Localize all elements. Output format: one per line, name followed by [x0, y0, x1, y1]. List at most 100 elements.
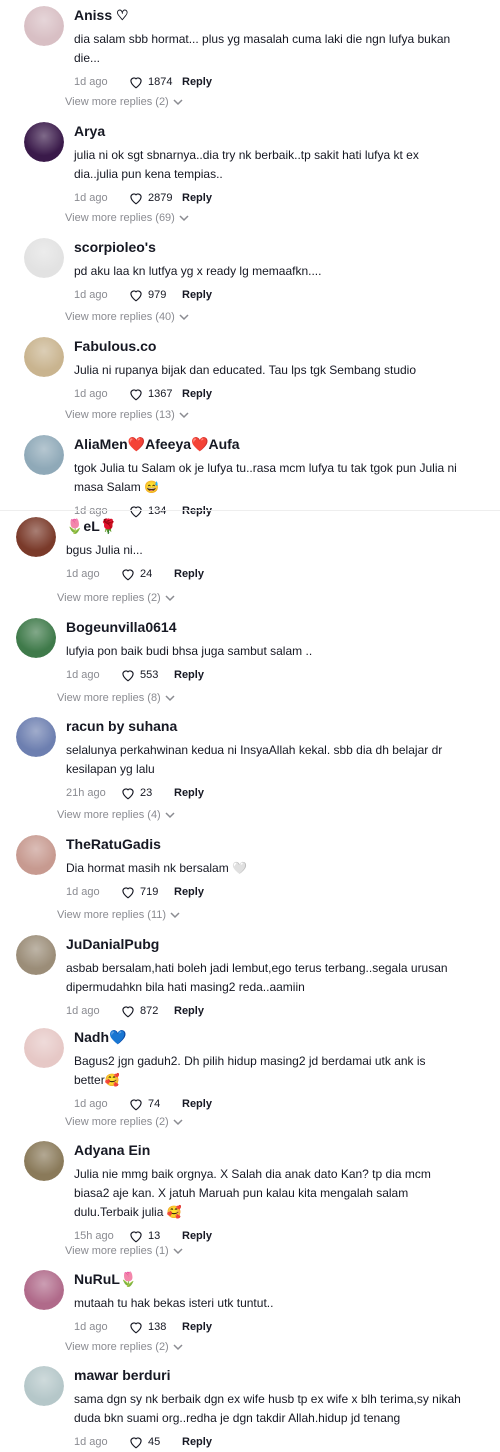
comment-text: mutaah tu hak bekas isteri utk tuntut..	[74, 1296, 274, 1310]
heart-icon[interactable]	[128, 387, 148, 401]
heart-icon[interactable]	[120, 567, 140, 581]
reply-button[interactable]: Reply	[182, 289, 212, 301]
view-more-replies-button[interactable]: View more replies (2)	[65, 1341, 183, 1353]
heart-icon[interactable]	[128, 1229, 148, 1243]
avatar[interactable]	[16, 835, 56, 875]
like-button[interactable]: 1367	[128, 387, 182, 401]
view-more-replies-button[interactable]: View more replies (40)	[65, 311, 189, 323]
avatar[interactable]	[24, 238, 64, 278]
view-more-label: View more replies (13)	[65, 409, 175, 421]
avatar[interactable]	[24, 1366, 64, 1406]
like-button[interactable]: 979	[128, 288, 182, 302]
reply-button[interactable]: Reply	[182, 1098, 212, 1110]
avatar[interactable]	[24, 1141, 64, 1181]
reply-button[interactable]: Reply	[182, 1230, 212, 1242]
chevron-down-icon	[161, 594, 175, 602]
like-button[interactable]: 134	[128, 504, 182, 518]
comment-date: 1d ago	[66, 568, 100, 580]
comment-meta: 1d ago 138 Reply	[74, 1317, 454, 1337]
view-more-replies-button[interactable]: View more replies (2)	[65, 96, 183, 108]
avatar[interactable]	[24, 122, 64, 162]
reply-button[interactable]: Reply	[174, 886, 204, 898]
heart-icon[interactable]	[120, 786, 140, 800]
like-button[interactable]: 13	[128, 1229, 182, 1243]
reply-button[interactable]: Reply	[182, 388, 212, 400]
comment-username[interactable]: NuRuL🌷	[74, 1270, 454, 1288]
reply-button[interactable]: Reply	[182, 1436, 212, 1448]
like-button[interactable]: 1874	[128, 75, 182, 89]
avatar[interactable]	[24, 1028, 64, 1068]
avatar[interactable]	[24, 6, 64, 46]
comment-username[interactable]: Adyana Ein	[74, 1141, 454, 1159]
comment-text: Bagus2 jgn gaduh2. Dh pilih hidup masing…	[74, 1054, 426, 1087]
avatar[interactable]	[24, 435, 64, 475]
heart-icon[interactable]	[120, 885, 140, 899]
view-more-replies-button[interactable]: View more replies (2)	[65, 1116, 183, 1128]
comment-text: sama dgn sy nk berbaik dgn ex wife husb …	[74, 1392, 461, 1425]
avatar[interactable]	[24, 1270, 64, 1310]
like-count: 2879	[148, 192, 173, 204]
avatar[interactable]	[24, 337, 64, 377]
like-button[interactable]: 138	[128, 1320, 182, 1334]
reply-button[interactable]: Reply	[174, 568, 204, 580]
heart-icon[interactable]	[128, 1435, 148, 1449]
view-more-replies-button[interactable]: View more replies (11)	[57, 909, 180, 921]
like-button[interactable]: 2879	[128, 191, 182, 205]
view-more-replies-button[interactable]: View more replies (2)	[57, 592, 175, 604]
comment-meta: 1d ago 872 Reply	[66, 1001, 486, 1021]
like-button[interactable]: 74	[128, 1097, 182, 1111]
comment-meta: 1d ago 1367 Reply	[74, 384, 464, 404]
comment-meta: 15h ago 13 Reply	[74, 1226, 454, 1246]
reply-button[interactable]: Reply	[182, 192, 212, 204]
avatar[interactable]	[16, 618, 56, 658]
comment-username[interactable]: scorpioleo's	[74, 238, 464, 256]
view-more-replies-button[interactable]: View more replies (69)	[65, 212, 189, 224]
avatar[interactable]	[16, 935, 56, 975]
view-more-replies-button[interactable]: View more replies (1)	[65, 1245, 183, 1257]
comment-username[interactable]: Fabulous.co	[74, 337, 464, 355]
comment-username[interactable]: 🌷eL🌹	[66, 517, 466, 535]
like-button[interactable]: 719	[120, 885, 174, 899]
heart-icon[interactable]	[128, 288, 148, 302]
view-more-replies-button[interactable]: View more replies (4)	[57, 809, 175, 821]
comment-username[interactable]: JuDanialPubg	[66, 935, 486, 953]
comment-meta: 1d ago 553 Reply	[66, 665, 466, 685]
like-button[interactable]: 23	[120, 786, 174, 800]
reply-button[interactable]: Reply	[182, 1321, 212, 1333]
comment-meta: 1d ago 24 Reply	[66, 564, 466, 584]
comment-text: Julia ni rupanya bijak dan educated. Tau…	[74, 363, 417, 377]
heart-icon[interactable]	[128, 191, 148, 205]
reply-button[interactable]: Reply	[174, 669, 204, 681]
heart-icon[interactable]	[128, 504, 148, 518]
heart-icon[interactable]	[120, 668, 140, 682]
comment-meta: 1d ago 45 Reply	[74, 1432, 464, 1452]
chevron-down-icon	[169, 1247, 183, 1255]
comment-username[interactable]: Aniss ♡	[74, 6, 464, 24]
like-button[interactable]: 24	[120, 567, 174, 581]
heart-icon[interactable]	[128, 1097, 148, 1111]
view-more-replies-button[interactable]: View more replies (8)	[57, 692, 175, 704]
reply-button[interactable]: Reply	[182, 76, 212, 88]
avatar[interactable]	[16, 517, 56, 557]
heart-icon[interactable]	[128, 1320, 148, 1334]
reply-button[interactable]: Reply	[174, 787, 204, 799]
heart-icon[interactable]	[120, 1004, 140, 1018]
comment-username[interactable]: AliaMen❤️Afeeya❤️Aufa	[74, 435, 474, 453]
reply-button[interactable]: Reply	[182, 505, 212, 517]
comment-username[interactable]: Arya	[74, 122, 464, 140]
comment-date: 1d ago	[74, 505, 108, 517]
comment-username[interactable]: mawar berduri	[74, 1366, 464, 1384]
comment-username[interactable]: Nadh💙	[74, 1028, 454, 1046]
comment-username[interactable]: Bogeunvilla0614	[66, 618, 466, 636]
comment-username[interactable]: racun by suhana	[66, 717, 466, 735]
comment-username[interactable]: TheRatuGadis	[66, 835, 466, 853]
reply-button[interactable]: Reply	[174, 1005, 204, 1017]
like-button[interactable]: 553	[120, 668, 174, 682]
like-button[interactable]: 872	[120, 1004, 174, 1018]
avatar[interactable]	[16, 717, 56, 757]
comment-date: 1d ago	[66, 1005, 100, 1017]
heart-icon[interactable]	[128, 75, 148, 89]
like-button[interactable]: 45	[128, 1435, 182, 1449]
view-more-replies-button[interactable]: View more replies (13)	[65, 409, 189, 421]
chevron-down-icon	[169, 1118, 183, 1126]
